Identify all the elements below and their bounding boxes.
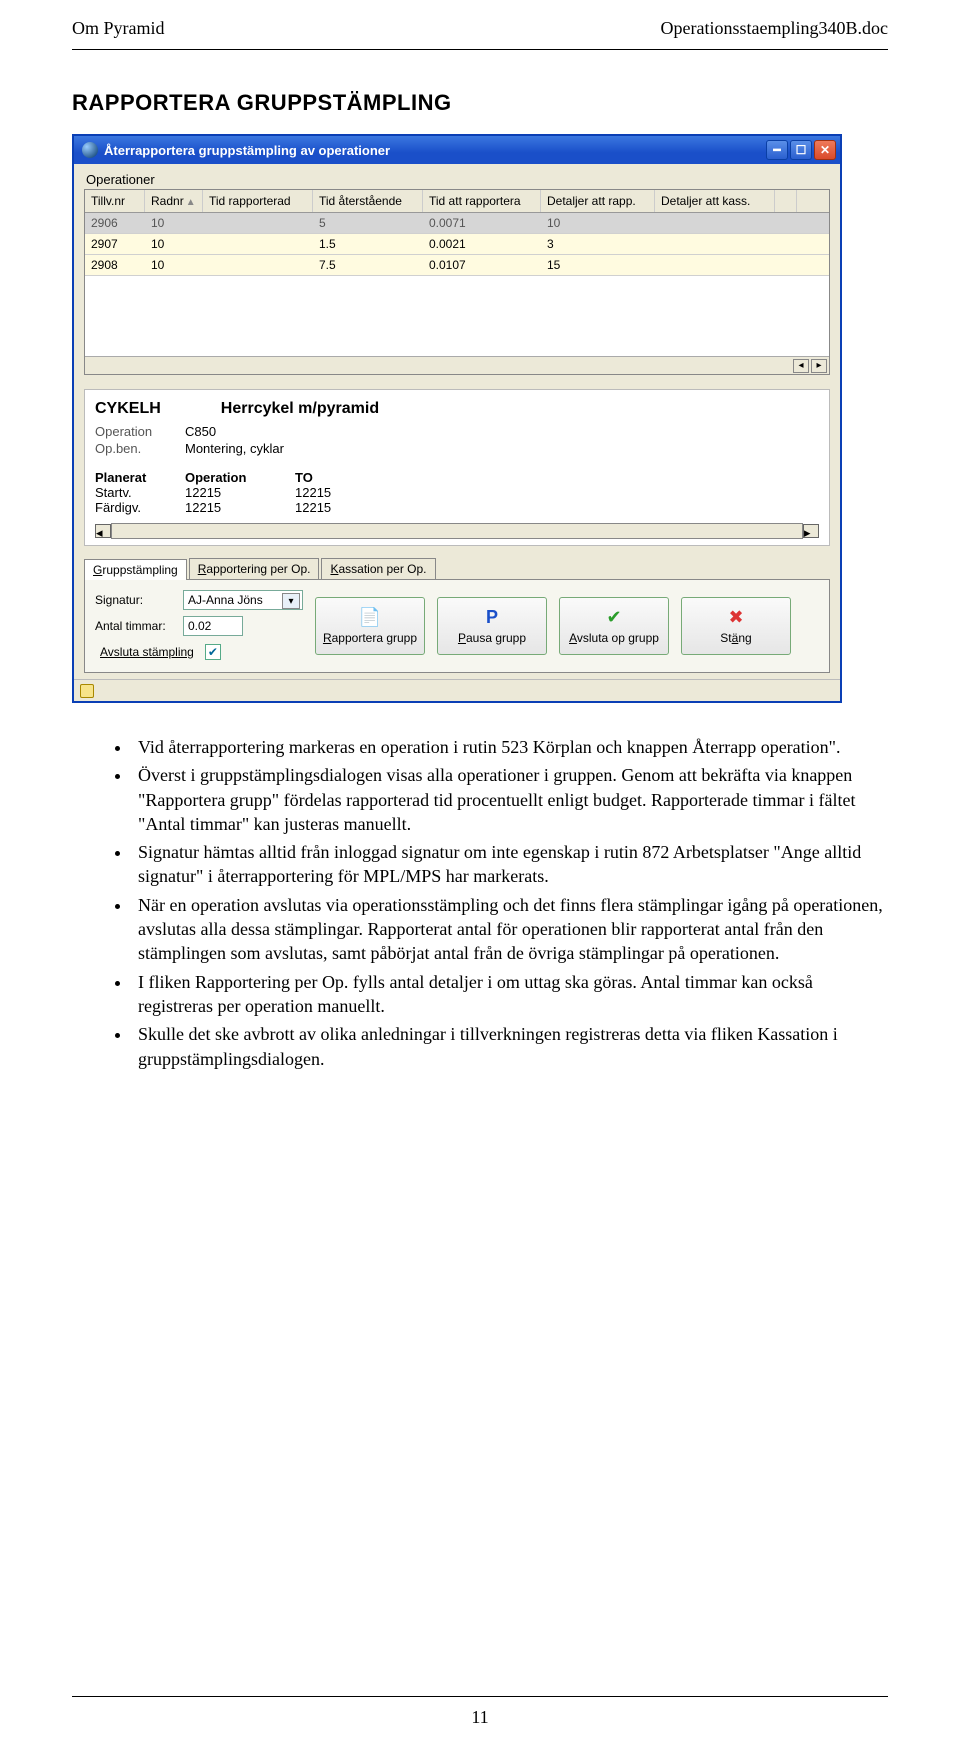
- detail-panel: CYKELH Herrcykel m/pyramid Operation C85…: [84, 389, 830, 546]
- fardigv-label: Färdigv.: [95, 500, 185, 515]
- header-right: Operationsstaempling340B.doc: [661, 18, 888, 39]
- tab-gruppstampling[interactable]: Gruppstämpling: [84, 559, 187, 580]
- fardigv-operation: 12215: [185, 500, 295, 515]
- col-planerat: Planerat: [95, 470, 185, 485]
- detail-hscroll[interactable]: ◂ ▸: [95, 523, 819, 539]
- rapportera-grupp-button[interactable]: 📄 Rapportera grupp: [315, 597, 425, 655]
- antal-timmar-input[interactable]: 0.02: [183, 616, 243, 636]
- col-tid-rapporterad[interactable]: Tid rapporterad: [203, 190, 313, 212]
- col-detaljer-kass[interactable]: Detaljer att kass.: [655, 190, 775, 212]
- footer-rule: [72, 1696, 888, 1697]
- tab-kassation[interactable]: Kassation per Op.: [321, 558, 435, 579]
- startv-operation: 12215: [185, 485, 295, 500]
- close-icon: ✖: [728, 607, 743, 629]
- col-tillvnr[interactable]: Tillv.nr: [85, 190, 145, 212]
- detail-name: Herrcykel m/pyramid: [221, 400, 379, 418]
- bullet-item: Skulle det ske avbrott av olika anlednin…: [132, 1022, 888, 1071]
- dialog-window: Återrapportera gruppstämpling av operati…: [72, 134, 842, 703]
- close-button[interactable]: ✕: [814, 140, 836, 160]
- minimize-button[interactable]: ━: [766, 140, 788, 160]
- avsluta-op-grupp-button[interactable]: ✔ Avsluta op grupp: [559, 597, 669, 655]
- operation-value: C850: [185, 424, 295, 439]
- header-rule: [72, 49, 888, 50]
- avsluta-stampling-checkbox[interactable]: ✔: [205, 644, 221, 660]
- section-heading: RAPPORTERA GRUPPSTÄMPLING: [72, 90, 888, 116]
- statusbar: [74, 679, 840, 701]
- window-title: Återrapportera gruppstämpling av operati…: [104, 143, 390, 158]
- header-left: Om Pyramid: [72, 18, 165, 39]
- opben-label: Op.ben.: [95, 441, 185, 456]
- titlebar: Återrapportera gruppstämpling av operati…: [74, 136, 840, 164]
- pause-icon: P: [486, 607, 498, 629]
- operations-grid[interactable]: Tillv.nr Radnr▲ Tid rapporterad Tid åter…: [84, 189, 830, 375]
- col-tid-aterstaende[interactable]: Tid återstående: [313, 190, 423, 212]
- bullet-item: Överst i gruppstämplingsdialogen visas a…: [132, 763, 888, 836]
- startv-to: 12215: [295, 485, 375, 500]
- page-header: Om Pyramid Operationsstaempling340B.doc: [0, 0, 960, 45]
- page-number: 11: [471, 1707, 488, 1727]
- grid-header: Tillv.nr Radnr▲ Tid rapporterad Tid åter…: [85, 190, 829, 213]
- tab-rapportering[interactable]: Rapportering per Op.: [189, 558, 320, 579]
- bullet-item: När en operation avslutas via operations…: [132, 893, 888, 966]
- body-text: Vid återrapportering markeras en operati…: [72, 735, 888, 1071]
- col-detaljer-rapp[interactable]: Detaljer att rapp.: [541, 190, 655, 212]
- check-icon: ✔: [606, 607, 621, 629]
- stang-button[interactable]: ✖ Stäng: [681, 597, 791, 655]
- lock-icon: [80, 684, 94, 698]
- report-icon: 📄: [359, 607, 381, 629]
- grid-empty-area: [85, 276, 829, 356]
- startv-label: Startv.: [95, 485, 185, 500]
- bullet-item: Signatur hämtas alltid från inloggad sig…: [132, 840, 888, 889]
- col-radnr[interactable]: Radnr▲: [145, 190, 203, 212]
- grid-row[interactable]: 2907 10 1.5 0.0021 3: [85, 234, 829, 255]
- maximize-button[interactable]: ☐: [790, 140, 812, 160]
- operation-label: Operation: [95, 424, 185, 439]
- col-tid-att-rapportera[interactable]: Tid att rapportera: [423, 190, 541, 212]
- pausa-grupp-button[interactable]: P Pausa grupp: [437, 597, 547, 655]
- signatur-label: Signatur:: [95, 593, 177, 607]
- grid-row[interactable]: 2906 10 5 0.0071 10: [85, 213, 829, 234]
- opben-value: Montering, cyklar: [185, 441, 819, 456]
- operations-groupbox-label: Operationer: [84, 172, 830, 187]
- page-footer: 11: [72, 1696, 888, 1728]
- scroll-right-icon[interactable]: ▸: [811, 359, 827, 373]
- tab-panel-gruppstampling: Signatur: AJ-Anna Jöns Antal timmar: 0.0…: [84, 579, 830, 673]
- tabstrip: Gruppstämpling Rapportering per Op. Kass…: [84, 558, 830, 579]
- col-to: TO: [295, 470, 375, 485]
- scroll-left-icon[interactable]: ◂: [95, 524, 111, 538]
- bullet-item: Vid återrapportering markeras en operati…: [132, 735, 888, 759]
- app-icon: [82, 142, 98, 158]
- avsluta-stampling-link[interactable]: Avsluta stämpling: [95, 642, 199, 662]
- fardigv-to: 12215: [295, 500, 375, 515]
- signatur-combobox[interactable]: AJ-Anna Jöns: [183, 590, 303, 610]
- grid-row[interactable]: 2908 10 7.5 0.0107 15: [85, 255, 829, 276]
- scroll-left-icon[interactable]: ◂: [793, 359, 809, 373]
- scroll-right-icon[interactable]: ▸: [803, 524, 819, 538]
- col-scroll-spacer: [775, 190, 797, 212]
- bullet-item: I fliken Rapportering per Op. fylls anta…: [132, 970, 888, 1019]
- col-operation: Operation: [185, 470, 295, 485]
- detail-code: CYKELH: [95, 400, 161, 418]
- grid-hscroll: ◂ ▸: [85, 356, 829, 374]
- sort-asc-icon: ▲: [186, 197, 196, 208]
- antal-timmar-label: Antal timmar:: [95, 619, 177, 633]
